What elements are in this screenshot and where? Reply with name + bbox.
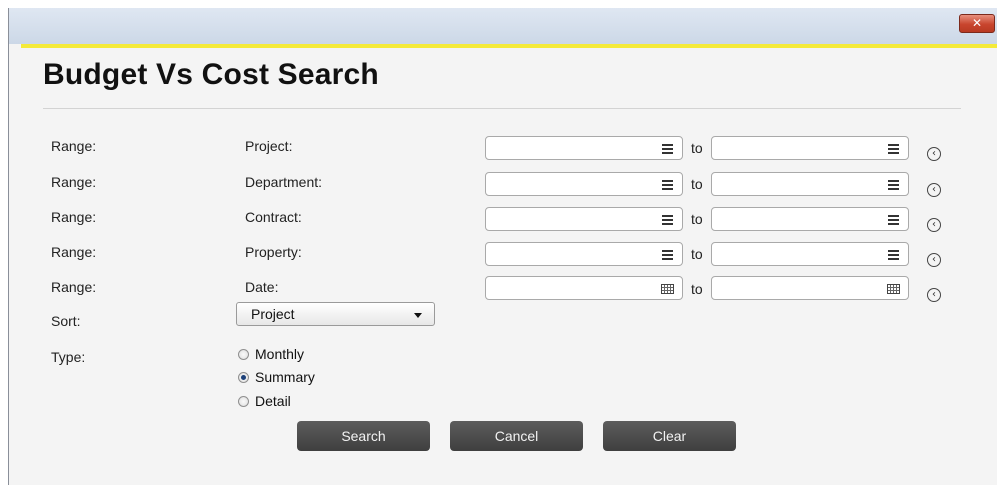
range-label-project: Range: xyxy=(51,138,97,154)
cancel-button[interactable]: Cancel xyxy=(450,421,583,451)
accent-bar xyxy=(21,44,997,48)
range-label-contract: Range: xyxy=(51,209,97,225)
close-icon: ✕ xyxy=(971,16,983,30)
department-label: Department: xyxy=(245,174,323,190)
clear-button[interactable]: Clear xyxy=(603,421,736,451)
contract-from-input[interactable] xyxy=(485,207,683,231)
date-from-input[interactable] xyxy=(485,276,683,300)
chevron-left-circle-icon[interactable]: ‹ xyxy=(927,218,941,232)
project-from-input[interactable] xyxy=(485,136,683,160)
calendar-icon[interactable] xyxy=(887,284,900,294)
radio-button[interactable] xyxy=(238,372,249,383)
type-label: Type: xyxy=(51,349,86,365)
sort-select[interactable]: Project xyxy=(236,302,435,326)
page-title: Budget Vs Cost Search xyxy=(43,58,379,91)
calendar-icon[interactable] xyxy=(661,284,674,294)
list-icon[interactable] xyxy=(888,215,899,225)
list-icon[interactable] xyxy=(888,250,899,260)
search-button[interactable]: Search xyxy=(297,421,430,451)
to-label: to xyxy=(691,176,703,192)
radio-label: Monthly xyxy=(255,346,305,362)
chevron-left-circle-icon[interactable]: ‹ xyxy=(927,147,941,161)
range-label-date: Range: xyxy=(51,279,97,295)
to-label: to xyxy=(691,281,703,297)
to-label: to xyxy=(691,140,703,156)
property-label: Property: xyxy=(245,244,302,260)
radio-label: Detail xyxy=(255,393,291,409)
property-to-input[interactable] xyxy=(711,242,909,266)
title-bar: ✕ xyxy=(9,8,997,44)
project-to-input[interactable] xyxy=(711,136,909,160)
sort-selected-value: Project xyxy=(251,306,295,322)
chevron-left-circle-icon[interactable]: ‹ xyxy=(927,288,941,302)
date-label: Date: xyxy=(245,279,279,295)
contract-label: Contract: xyxy=(245,209,302,225)
property-from-input[interactable] xyxy=(485,242,683,266)
chevron-left-circle-icon[interactable]: ‹ xyxy=(927,183,941,197)
date-to-input[interactable] xyxy=(711,276,909,300)
to-label: to xyxy=(691,246,703,262)
chevron-left-circle-icon[interactable]: ‹ xyxy=(927,253,941,267)
project-label: Project: xyxy=(245,138,293,154)
radio-label: Summary xyxy=(255,369,315,385)
radio-detail[interactable]: Detail xyxy=(238,393,291,409)
title-divider xyxy=(43,108,961,109)
range-label-property: Range: xyxy=(51,244,97,260)
department-from-input[interactable] xyxy=(485,172,683,196)
list-icon[interactable] xyxy=(662,144,673,154)
list-icon[interactable] xyxy=(888,144,899,154)
radio-button[interactable] xyxy=(238,349,249,360)
radio-monthly[interactable]: Monthly xyxy=(238,346,304,362)
radio-button[interactable] xyxy=(238,396,249,407)
chevron-down-icon xyxy=(414,313,422,318)
radio-summary[interactable]: Summary xyxy=(238,369,315,385)
list-icon[interactable] xyxy=(662,180,673,190)
range-label-department: Range: xyxy=(51,174,97,190)
to-label: to xyxy=(691,211,703,227)
list-icon[interactable] xyxy=(662,215,673,225)
department-to-input[interactable] xyxy=(711,172,909,196)
list-icon[interactable] xyxy=(662,250,673,260)
close-button[interactable]: ✕ xyxy=(959,14,995,33)
list-icon[interactable] xyxy=(888,180,899,190)
sort-label: Sort: xyxy=(51,313,81,329)
contract-to-input[interactable] xyxy=(711,207,909,231)
